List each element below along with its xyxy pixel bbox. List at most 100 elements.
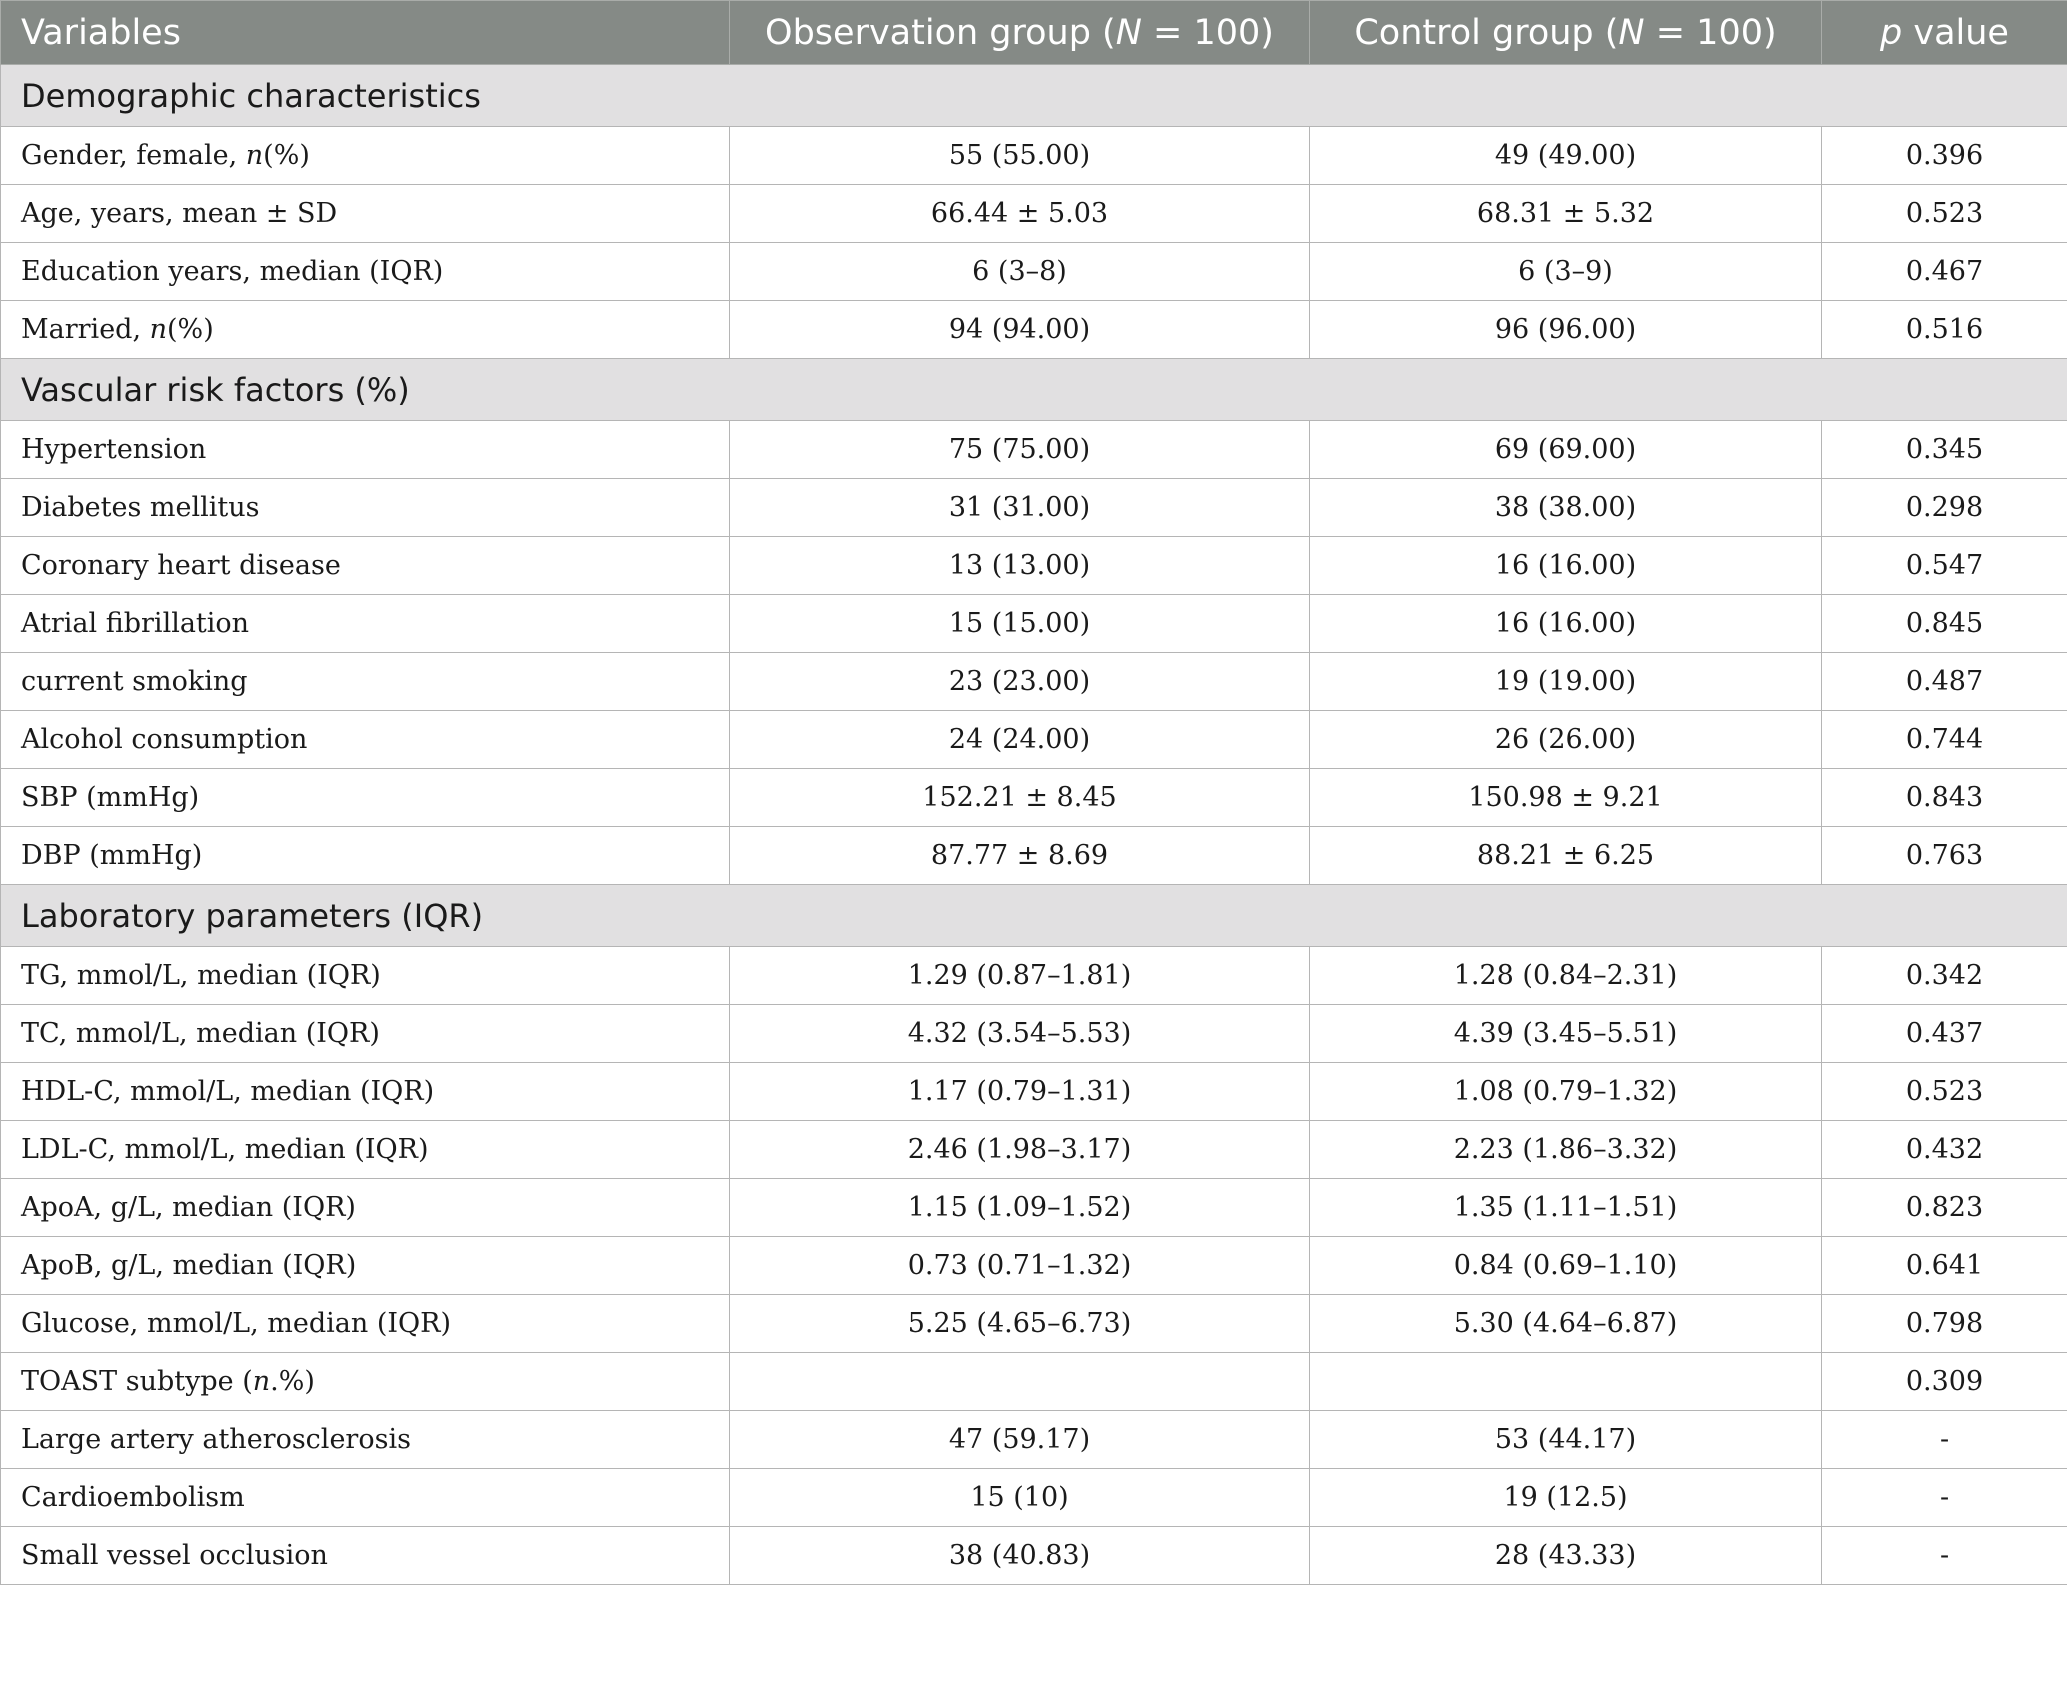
table-row: ApoB, g/L, median (IQR) 0.73 (0.71–1.32) 0… <box>0 1236 2067 1295</box>
variable-cell: Atrial fibrillation <box>0 594 730 653</box>
table-row: Glucose, mmol/L, median (IQR) 5.25 (4.65–… <box>0 1294 2067 1353</box>
observation-value-cell: 13 (13.00) <box>729 536 1310 595</box>
variable-label-pre: Alcohol consumption <box>21 724 308 755</box>
table-header: Variables Observation group (N = 100) Co… <box>0 0 2067 65</box>
table-row: Education years, median (IQR) 6 (3–8) 6 (3… <box>0 242 2067 301</box>
p-value-cell: 0.396 <box>1821 126 2067 185</box>
control-value-cell: 68.31 ± 5.32 <box>1309 184 1822 243</box>
variable-label-pre: DBP (mmHg) <box>21 840 203 871</box>
p-value-cell: 0.547 <box>1821 536 2067 595</box>
p-value-cell: 0.467 <box>1821 242 2067 301</box>
table-row: LDL-C, mmol/L, median (IQR) 2.46 (1.98–3.… <box>0 1120 2067 1179</box>
variable-label-post: .%) <box>270 1366 315 1397</box>
control-value-cell: 28 (43.33) <box>1309 1526 1822 1585</box>
header-control-prefix: Control group ( <box>1354 12 1619 53</box>
p-value-cell: 0.823 <box>1821 1178 2067 1237</box>
control-value-cell: 2.23 (1.86–3.32) <box>1309 1120 1822 1179</box>
header-control-n: N <box>1618 12 1645 53</box>
control-value-cell: 69 (69.00) <box>1309 420 1822 479</box>
observation-value-cell: 152.21 ± 8.45 <box>729 768 1310 827</box>
observation-value-cell: 15 (10) <box>729 1468 1310 1527</box>
table-row: SBP (mmHg) 152.21 ± 8.45 150.98 ± 9.21 0.84… <box>0 768 2067 827</box>
control-value-cell: 96 (96.00) <box>1309 300 1822 359</box>
baseline-characteristics-table: Variables Observation group (N = 100) Co… <box>0 0 2067 1585</box>
variable-cell: Coronary heart disease <box>0 536 730 595</box>
control-value-cell: 150.98 ± 9.21 <box>1309 768 1822 827</box>
variable-label-pre: SBP (mmHg) <box>21 782 200 813</box>
table-row: Hypertension 75 (75.00) 69 (69.00) 0.345 <box>0 420 2067 479</box>
observation-value-cell: 2.46 (1.98–3.17) <box>729 1120 1310 1179</box>
observation-value-cell: 31 (31.00) <box>729 478 1310 537</box>
variable-label-pre: HDL-C, mmol/L, median (IQR) <box>21 1076 435 1107</box>
table-row: Cardioembolism 15 (10) 19 (12.5) - <box>0 1468 2067 1527</box>
variable-cell: Married, n(%) <box>0 300 730 359</box>
variable-cell: TC, mmol/L, median (IQR) <box>0 1004 730 1063</box>
section-header-row: Laboratory parameters (IQR) <box>0 884 2067 947</box>
variable-label-pre: Education years, median (IQR) <box>21 256 444 287</box>
variable-label-pre: Diabetes mellitus <box>21 492 260 523</box>
p-value-cell: 0.763 <box>1821 826 2067 885</box>
p-value-cell: 0.516 <box>1821 300 2067 359</box>
variable-label-it: n <box>252 1366 271 1397</box>
p-value-cell: - <box>1821 1526 2067 1585</box>
variable-cell: Age, years, mean ± SD <box>0 184 730 243</box>
p-value-cell: 0.843 <box>1821 768 2067 827</box>
control-value-cell: 16 (16.00) <box>1309 536 1822 595</box>
control-value-cell: 26 (26.00) <box>1309 710 1822 769</box>
p-value-cell: 0.523 <box>1821 184 2067 243</box>
variable-label-pre: ApoA, g/L, median (IQR) <box>21 1192 356 1223</box>
table-row: TOAST subtype (n.%) 0.309 <box>0 1352 2067 1411</box>
control-value-cell: 1.35 (1.11–1.51) <box>1309 1178 1822 1237</box>
variable-label-it: n <box>245 140 264 171</box>
control-value-cell: 88.21 ± 6.25 <box>1309 826 1822 885</box>
variable-label-pre: Small vessel occlusion <box>21 1540 328 1571</box>
variable-cell: Small vessel occlusion <box>0 1526 730 1585</box>
header-observation-group: Observation group (N = 100) <box>729 0 1310 65</box>
control-value-cell: 53 (44.17) <box>1309 1410 1822 1469</box>
observation-value-cell: 75 (75.00) <box>729 420 1310 479</box>
variable-label-pre: TOAST subtype ( <box>21 1366 253 1397</box>
variable-label-pre: Married, <box>21 314 150 345</box>
observation-value-cell: 87.77 ± 8.69 <box>729 826 1310 885</box>
observation-value-cell: 0.73 (0.71–1.32) <box>729 1236 1310 1295</box>
variable-label-pre: Coronary heart disease <box>21 550 341 581</box>
variable-cell: Glucose, mmol/L, median (IQR) <box>0 1294 730 1353</box>
control-value-cell: 19 (12.5) <box>1309 1468 1822 1527</box>
header-p-value: p value <box>1821 0 2067 65</box>
section-header-row: Vascular risk factors (%) <box>0 358 2067 421</box>
p-value-cell: 0.432 <box>1821 1120 2067 1179</box>
table-row: TG, mmol/L, median (IQR) 1.29 (0.87–1.81)… <box>0 946 2067 1005</box>
observation-value-cell: 94 (94.00) <box>729 300 1310 359</box>
table-row: Large artery atherosclerosis 47 (59.17) 53… <box>0 1410 2067 1469</box>
variable-cell: TOAST subtype (n.%) <box>0 1352 730 1411</box>
variable-label-pre: Hypertension <box>21 434 207 465</box>
p-value-cell: 0.437 <box>1821 1004 2067 1063</box>
p-value-cell: 0.523 <box>1821 1062 2067 1121</box>
control-value-cell: 19 (19.00) <box>1309 652 1822 711</box>
table-row: HDL-C, mmol/L, median (IQR) 1.17 (0.79–1.… <box>0 1062 2067 1121</box>
variable-label-pre: TC, mmol/L, median (IQR) <box>21 1018 380 1049</box>
variable-label-pre: ApoB, g/L, median (IQR) <box>21 1250 357 1281</box>
observation-value-cell: 24 (24.00) <box>729 710 1310 769</box>
variable-label-pre: LDL-C, mmol/L, median (IQR) <box>21 1134 429 1165</box>
table-row: TC, mmol/L, median (IQR) 4.32 (3.54–5.53)… <box>0 1004 2067 1063</box>
table-row: Gender, female, n(%) 55 (55.00) 49 (49.00)… <box>0 126 2067 185</box>
table-row: Small vessel occlusion 38 (40.83) 28 (43.3… <box>0 1526 2067 1585</box>
variable-cell: HDL-C, mmol/L, median (IQR) <box>0 1062 730 1121</box>
header-p-letter: p <box>1880 12 1903 53</box>
table-row: ApoA, g/L, median (IQR) 1.15 (1.09–1.52) 1… <box>0 1178 2067 1237</box>
control-value-cell: 4.39 (3.45–5.51) <box>1309 1004 1822 1063</box>
variable-cell: Gender, female, n(%) <box>0 126 730 185</box>
header-observation-suffix: = 100) <box>1141 12 1274 53</box>
header-observation-n: N <box>1115 12 1142 53</box>
variable-cell: SBP (mmHg) <box>0 768 730 827</box>
observation-value-cell: 4.32 (3.54–5.53) <box>729 1004 1310 1063</box>
table-row: Married, n(%) 94 (94.00) 96 (96.00) 0.516 <box>0 300 2067 359</box>
observation-value-cell: 38 (40.83) <box>729 1526 1310 1585</box>
control-value-cell: 5.30 (4.64–6.87) <box>1309 1294 1822 1353</box>
variable-cell: DBP (mmHg) <box>0 826 730 885</box>
control-value-cell: 16 (16.00) <box>1309 594 1822 653</box>
variable-cell: current smoking <box>0 652 730 711</box>
variable-label-pre: Large artery atherosclerosis <box>21 1424 411 1455</box>
observation-value-cell: 1.29 (0.87–1.81) <box>729 946 1310 1005</box>
